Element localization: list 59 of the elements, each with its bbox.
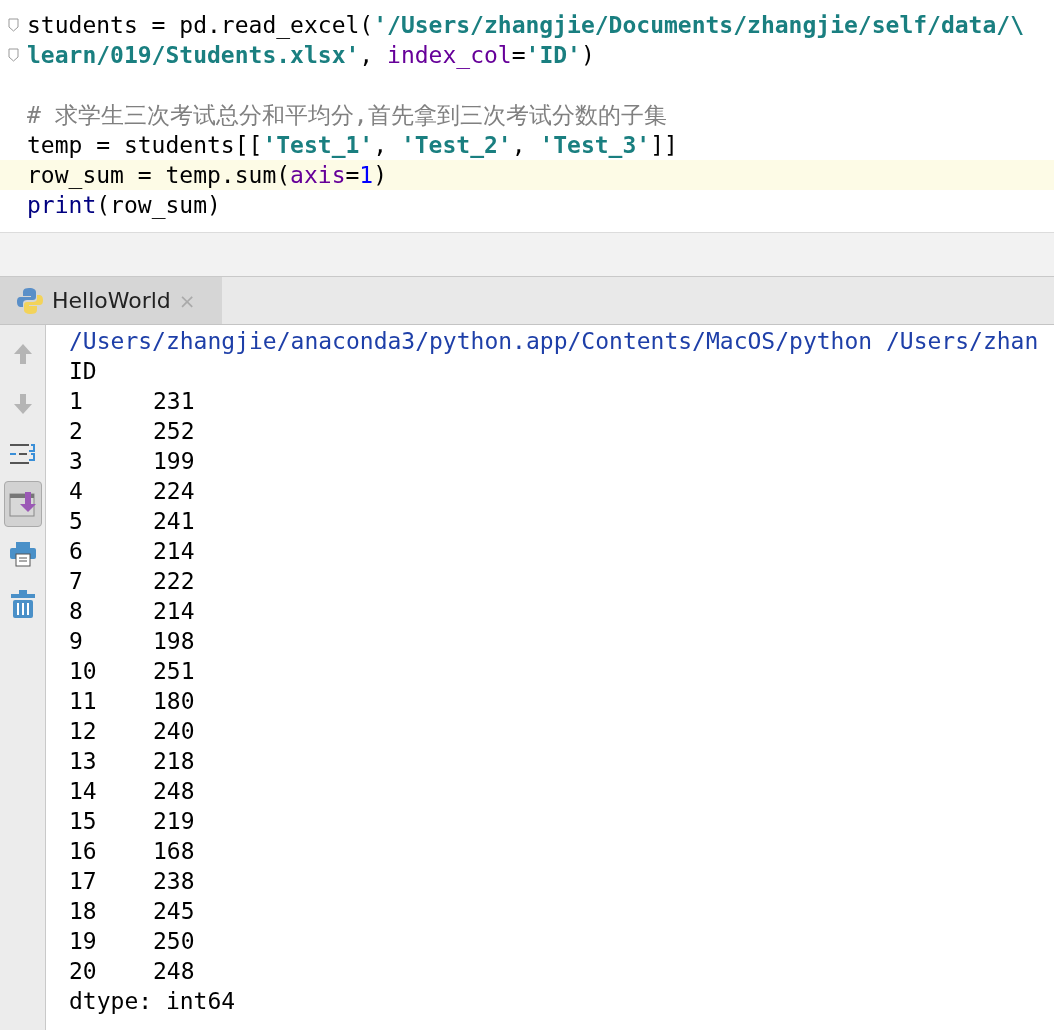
output-value: 231 xyxy=(153,387,195,416)
output-value: 238 xyxy=(153,867,195,896)
output-index: 19 xyxy=(69,927,98,956)
fold-marker-icon[interactable] xyxy=(8,18,19,32)
scroll-to-end-icon xyxy=(8,490,37,518)
arrow-down-icon xyxy=(11,392,34,416)
output-index: 16 xyxy=(69,837,98,866)
output-value: 168 xyxy=(153,837,195,866)
output-index: 10 xyxy=(69,657,98,686)
output-value: 248 xyxy=(153,957,195,986)
output-value: 222 xyxy=(153,567,195,596)
output-index: 2 xyxy=(69,417,84,446)
output-index: 13 xyxy=(69,747,98,776)
code-line: print(row_sum) xyxy=(27,191,221,220)
output-index: 15 xyxy=(69,807,98,836)
output-index: 14 xyxy=(69,777,98,806)
output-value: 224 xyxy=(153,477,195,506)
output-value: 199 xyxy=(153,447,195,476)
output-line: dtype: int64 xyxy=(69,987,236,1016)
toolbar-button[interactable] xyxy=(3,481,42,527)
output-value: 251 xyxy=(153,657,195,686)
arrow-up-icon xyxy=(11,342,34,366)
code-line: students = pd.read_excel('/Users/zhangjie/Documents/zhangjie/self/data/\ xyxy=(27,11,1024,40)
output-index: 8 xyxy=(69,597,84,626)
output-index: 7 xyxy=(69,567,84,596)
output-value: 252 xyxy=(153,417,195,446)
output-index: 11 xyxy=(69,687,98,716)
output-value: 245 xyxy=(153,897,195,926)
output-value: 219 xyxy=(153,807,195,836)
output-value: 218 xyxy=(153,747,195,776)
output-value: 248 xyxy=(153,777,195,806)
output-value: 180 xyxy=(153,687,195,716)
output-value: 240 xyxy=(153,717,195,746)
trash-icon xyxy=(9,589,36,619)
output-index: 3 xyxy=(69,447,84,476)
output-index: 6 xyxy=(69,537,84,566)
code-line: # 求学生三次考试总分和平均分,首先拿到三次考试分数的子集 xyxy=(27,101,667,130)
code-line: learn/019/Students.xlsx', index_col='ID') xyxy=(27,41,595,70)
output-index: 9 xyxy=(69,627,84,656)
output-value: 214 xyxy=(153,597,195,626)
code-line: temp = students[['Test_1', 'Test_2', 'Test_3']] xyxy=(27,131,678,160)
python-logo-icon xyxy=(16,286,44,315)
printer-icon xyxy=(8,540,37,568)
output-value: 214 xyxy=(153,537,195,566)
output-value: 198 xyxy=(153,627,195,656)
run-tab[interactable]: HelloWorld × xyxy=(0,277,222,324)
output-value: 241 xyxy=(153,507,195,536)
code-line: row_sum = temp.sum(axis=1) xyxy=(27,161,388,190)
output-index: 12 xyxy=(69,717,98,746)
output-value: 250 xyxy=(153,927,195,956)
output-index: 5 xyxy=(69,507,84,536)
fold-marker-icon[interactable] xyxy=(8,48,19,62)
output-index: 4 xyxy=(69,477,84,506)
console-command: /Users/zhangjie/anaconda3/python.app/Contents/MacOS/python /Users/zhan xyxy=(69,327,1040,356)
output-line: ID xyxy=(69,357,97,386)
output-index: 17 xyxy=(69,867,98,896)
output-index: 18 xyxy=(69,897,98,926)
output-index: 20 xyxy=(69,957,98,986)
output-index: 1 xyxy=(69,387,84,416)
